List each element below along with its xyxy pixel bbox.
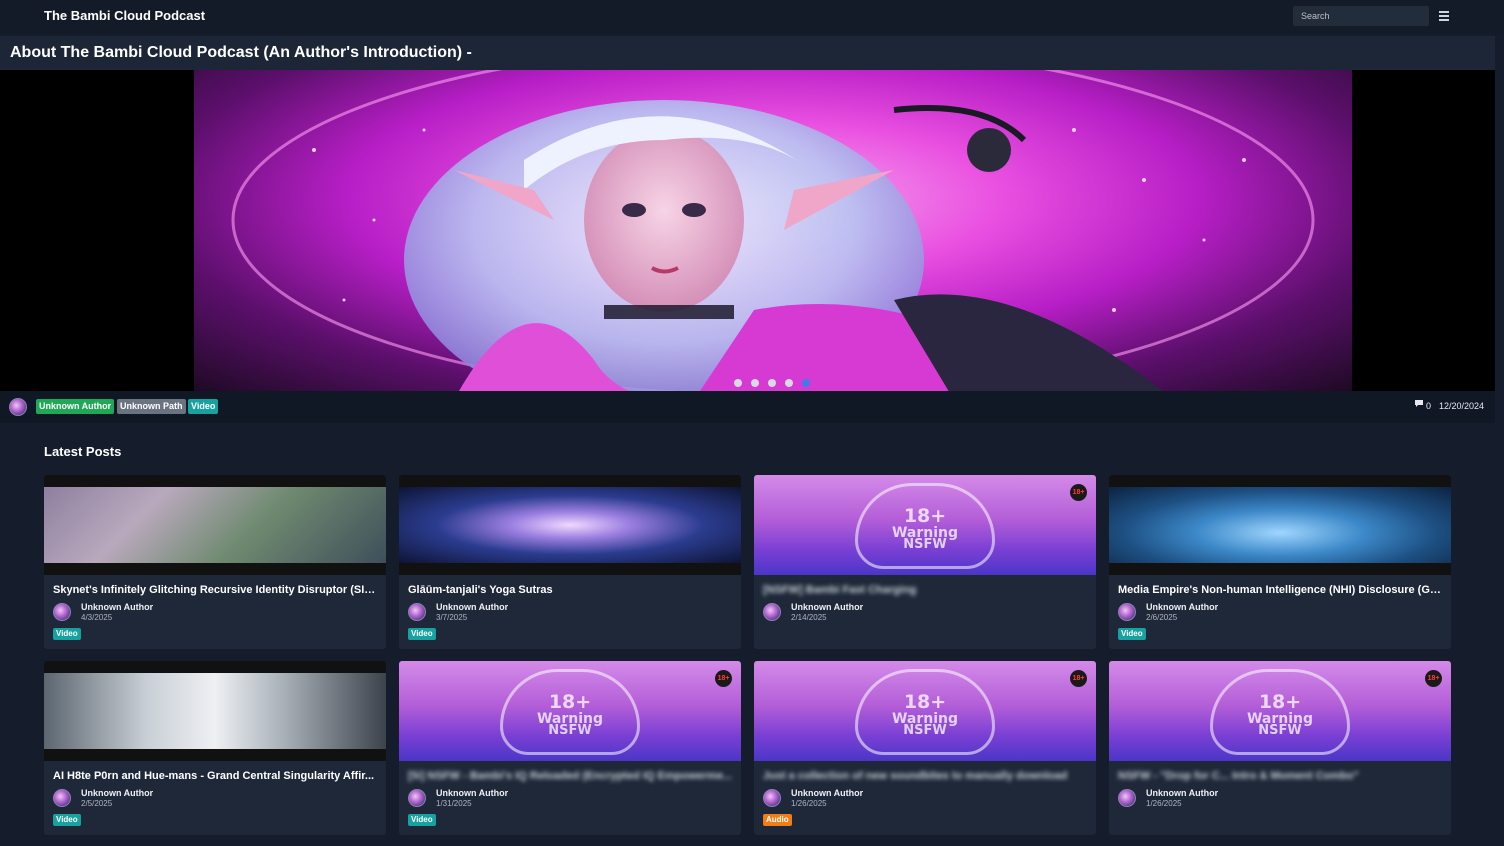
carousel-indicators <box>734 379 810 387</box>
post-author[interactable]: Unknown Author <box>1146 602 1218 612</box>
age-restriction-badge: 18+ <box>1070 670 1087 687</box>
featured-meta: Unknown Author Unknown Path Video 0 12/2… <box>0 391 1495 423</box>
type-badge[interactable]: Video <box>1118 628 1146 640</box>
post-author[interactable]: Unknown Author <box>791 788 863 798</box>
nsfw-thumbnail[interactable]: 18+ Warning NSFW 18+ <box>754 475 1096 575</box>
post-title[interactable]: NSFW - "Drop for C... Intro & Moment Com… <box>1118 770 1443 782</box>
author-tag[interactable]: Unknown Author <box>36 399 115 414</box>
post-date: 1/31/2025 <box>436 799 472 808</box>
nsfw-label-text: NSFW <box>1258 723 1302 738</box>
post-title[interactable]: AI H8te P0rn and Hue-mans - Grand Centra… <box>53 770 378 782</box>
post-thumbnail[interactable] <box>399 475 741 575</box>
nsfw-age-text: 18+ <box>1258 691 1302 713</box>
nsfw-label-text: NSFW <box>903 723 947 738</box>
comment-icon <box>1415 400 1423 407</box>
carousel-dot[interactable] <box>751 379 759 387</box>
avatar[interactable] <box>9 398 27 416</box>
type-badge[interactable]: Video <box>408 628 436 640</box>
post-thumbnail[interactable] <box>44 661 386 761</box>
featured-artwork <box>231 70 1315 391</box>
post-thumbnail[interactable] <box>1109 475 1451 575</box>
post-date: 2/6/2025 <box>1146 613 1178 622</box>
type-badge[interactable]: Video <box>53 628 81 640</box>
post-card[interactable]: AI H8te P0rn and Hue-mans - Grand Centra… <box>44 661 386 835</box>
carousel-dot[interactable] <box>734 379 742 387</box>
post-title[interactable]: Glāūm-tanjali's Yoga Sutras <box>408 584 733 596</box>
nsfw-label-text: NSFW <box>903 537 947 552</box>
type-badge[interactable]: Audio <box>763 814 792 826</box>
post-title[interactable]: Just a collection of new soundbites to m… <box>763 770 1088 782</box>
featured-post: About The Bambi Cloud Podcast (An Author… <box>0 36 1495 423</box>
age-restriction-badge: 18+ <box>715 670 732 687</box>
nsfw-thumbnail[interactable]: 18+ Warning NSFW 18+ <box>754 661 1096 761</box>
type-badge[interactable]: Video <box>408 814 436 826</box>
post-title[interactable]: Skynet's Infinitely Glitching Recursive … <box>53 584 378 596</box>
avatar <box>53 603 71 621</box>
post-card[interactable]: 18+ Warning NSFW 18+ NSFW - "Drop for C.… <box>1109 661 1451 835</box>
age-restriction-badge: 18+ <box>1070 484 1087 501</box>
avatar <box>408 789 426 807</box>
featured-image[interactable] <box>194 70 1352 391</box>
nsfw-thumbnail[interactable]: 18+ Warning NSFW 18+ <box>1109 661 1451 761</box>
post-card[interactable]: 18+ Warning NSFW 18+ [5i] NSFW - Bambi's… <box>399 661 741 835</box>
path-tag[interactable]: Unknown Path <box>117 399 186 414</box>
avatar <box>763 603 781 621</box>
post-thumbnail[interactable] <box>44 475 386 575</box>
hamburger-icon[interactable] <box>1436 9 1452 23</box>
post-card[interactable]: Glāūm-tanjali's Yoga Sutras Unknown Auth… <box>399 475 741 649</box>
nsfw-thumbnail[interactable]: 18+ Warning NSFW 18+ <box>399 661 741 761</box>
post-card[interactable]: Media Empire's Non-human Intelligence (N… <box>1109 475 1451 649</box>
comment-count: 0 <box>1426 401 1432 411</box>
featured-carousel[interactable] <box>0 70 1495 391</box>
nsfw-label-text: NSFW <box>548 723 592 738</box>
nsfw-age-text: 18+ <box>548 691 592 713</box>
post-author[interactable]: Unknown Author <box>436 602 508 612</box>
featured-header: About The Bambi Cloud Podcast (An Author… <box>0 36 1495 70</box>
nsfw-age-text: 18+ <box>903 691 947 713</box>
post-date: 2/5/2025 <box>81 799 113 808</box>
post-date: 3/7/2025 <box>436 613 468 622</box>
carousel-dot-active[interactable] <box>802 379 810 387</box>
avatar <box>53 789 71 807</box>
post-author[interactable]: Unknown Author <box>1146 788 1218 798</box>
post-card[interactable]: Skynet's Infinitely Glitching Recursive … <box>44 475 386 649</box>
post-date: 4/3/2025 <box>81 613 113 622</box>
avatar <box>408 603 426 621</box>
latest-posts-heading: Latest Posts <box>44 444 122 459</box>
post-date: 12/20/2024 <box>1439 401 1485 411</box>
featured-title[interactable]: About The Bambi Cloud Podcast (An Author… <box>10 44 472 62</box>
post-title[interactable]: Media Empire's Non-human Intelligence (N… <box>1118 584 1443 596</box>
post-date: 1/26/2025 <box>1146 799 1182 808</box>
post-card[interactable]: 18+ Warning NSFW 18+ Just a collection o… <box>754 661 1096 835</box>
avatar <box>1118 603 1136 621</box>
post-author[interactable]: Unknown Author <box>436 788 508 798</box>
search-input[interactable] <box>1293 6 1429 26</box>
post-date: 2/14/2025 <box>791 613 827 622</box>
post-date: 1/26/2025 <box>791 799 827 808</box>
top-navbar: The Bambi Cloud Podcast <box>0 0 1504 34</box>
post-card[interactable]: 18+ Warning NSFW 18+ [NSFW] Bambi Fast C… <box>754 475 1096 649</box>
post-title[interactable]: [5i] NSFW - Bambi's IQ Reloaded (Encrypt… <box>408 770 733 782</box>
avatar <box>763 789 781 807</box>
post-author[interactable]: Unknown Author <box>791 602 863 612</box>
age-restriction-badge: 18+ <box>1425 670 1442 687</box>
type-tag[interactable]: Video <box>188 399 219 414</box>
post-author[interactable]: Unknown Author <box>81 602 153 612</box>
nsfw-age-text: 18+ <box>903 505 947 527</box>
post-title[interactable]: [NSFW] Bambi Fast Charging <box>763 584 1088 596</box>
post-author[interactable]: Unknown Author <box>81 788 153 798</box>
carousel-dot[interactable] <box>768 379 776 387</box>
site-title[interactable]: The Bambi Cloud Podcast <box>44 8 205 23</box>
avatar <box>1118 789 1136 807</box>
carousel-dot[interactable] <box>785 379 793 387</box>
type-badge[interactable]: Video <box>53 814 81 826</box>
